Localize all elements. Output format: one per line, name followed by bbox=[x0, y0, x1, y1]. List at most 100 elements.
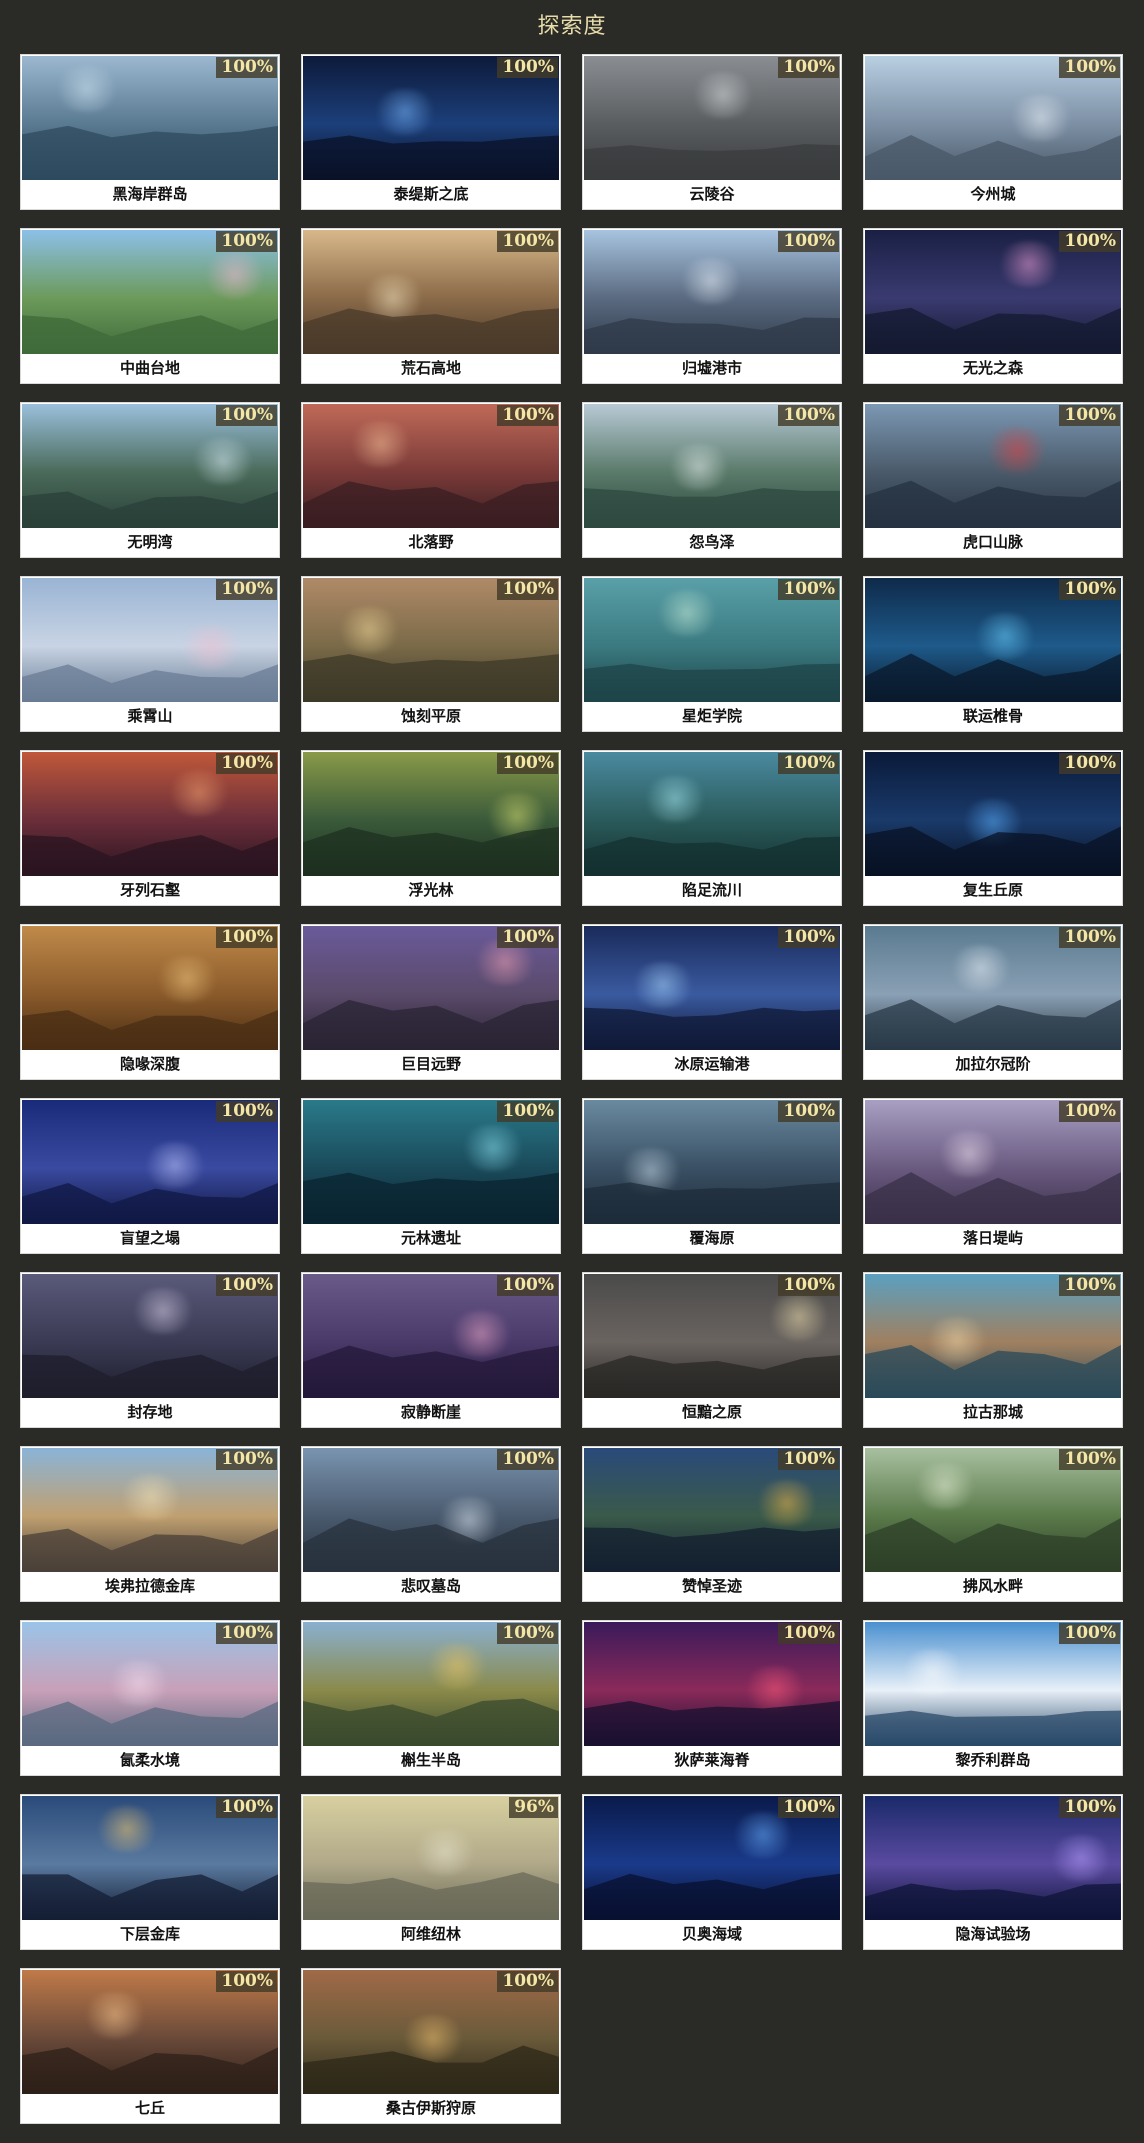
region-thumbnail: 100% bbox=[22, 230, 278, 354]
exploration-percent-badge: 100% bbox=[497, 753, 558, 774]
region-thumbnail: 100% bbox=[865, 404, 1121, 528]
region-thumbnail: 100% bbox=[865, 56, 1121, 180]
region-name: 覆海原 bbox=[689, 1229, 735, 1247]
region-card[interactable]: 100% 贝奥海域 bbox=[582, 1794, 842, 1950]
region-card[interactable]: 100% 蚀刻平原 bbox=[301, 576, 561, 732]
scene-glow-decoration bbox=[176, 624, 246, 670]
region-card[interactable]: 100% 中曲台地 bbox=[20, 228, 280, 384]
scene-ridge-decoration bbox=[303, 1345, 559, 1398]
region-card[interactable]: 100% 元林遗址 bbox=[301, 1098, 561, 1254]
scene-glow-decoration bbox=[188, 438, 258, 484]
exploration-percent-badge: 100% bbox=[216, 1101, 277, 1122]
region-card[interactable]: 100% 隐海试验场 bbox=[863, 1794, 1123, 1950]
region-card[interactable]: 100% 黎乔利群岛 bbox=[863, 1620, 1123, 1776]
region-card[interactable]: 100% 覆海原 bbox=[582, 1098, 842, 1254]
region-card[interactable]: 100% 浮光林 bbox=[301, 750, 561, 906]
region-name: 落日堤屿 bbox=[962, 1229, 1023, 1247]
region-card[interactable]: 100% 虎口山脉 bbox=[863, 402, 1123, 558]
region-thumbnail: 100% bbox=[22, 578, 278, 702]
region-thumbnail: 100% bbox=[584, 1274, 840, 1398]
exploration-percent-badge: 100% bbox=[1059, 579, 1120, 600]
region-thumbnail: 100% bbox=[584, 56, 840, 180]
region-card[interactable]: 100% 拉古那城 bbox=[863, 1272, 1123, 1428]
region-thumbnail: 100% bbox=[865, 1274, 1121, 1398]
exploration-percent-badge: 100% bbox=[778, 1797, 839, 1818]
region-name: 蚀刻平原 bbox=[400, 707, 461, 725]
region-card[interactable]: 100% 落日堤屿 bbox=[863, 1098, 1123, 1254]
scene-glow-decoration bbox=[982, 427, 1052, 473]
region-thumbnail: 100% bbox=[584, 1622, 840, 1746]
region-card[interactable]: 100% 隐喙深腹 bbox=[20, 924, 280, 1080]
scene-ridge-decoration bbox=[22, 315, 278, 354]
region-card[interactable]: 100% 氤柔水境 bbox=[20, 1620, 280, 1776]
scene-glow-decoration bbox=[398, 2015, 468, 2061]
region-card[interactable]: 100% 复生丘原 bbox=[863, 750, 1123, 906]
exploration-percent-badge: 100% bbox=[497, 231, 558, 252]
region-card[interactable]: 100% 无光之森 bbox=[863, 228, 1123, 384]
scene-ridge-decoration bbox=[22, 125, 278, 180]
region-card[interactable]: 100% 牙列石壑 bbox=[20, 750, 280, 906]
region-card[interactable]: 100% 槲生半岛 bbox=[301, 1620, 561, 1776]
region-thumbnail: 100% bbox=[303, 926, 559, 1050]
region-card[interactable]: 96% 阿维纽林 bbox=[301, 1794, 561, 1950]
region-name: 槲生半岛 bbox=[400, 1751, 461, 1769]
region-name: 拂风水畔 bbox=[962, 1577, 1023, 1595]
region-card[interactable]: 100% 埃弗拉德金库 bbox=[20, 1446, 280, 1602]
region-thumbnail: 100% bbox=[303, 1970, 559, 2094]
scene-glow-decoration bbox=[346, 421, 416, 467]
region-card[interactable]: 100% 陷足流川 bbox=[582, 750, 842, 906]
exploration-percent-badge: 100% bbox=[216, 1971, 277, 1992]
scene-glow-decoration bbox=[334, 607, 404, 653]
region-card[interactable]: 100% 七丘 bbox=[20, 1968, 280, 2124]
region-thumbnail: 100% bbox=[303, 230, 559, 354]
scene-ridge-decoration bbox=[303, 1172, 559, 1224]
region-card[interactable]: 100% 桑古伊斯狩原 bbox=[301, 1968, 561, 2124]
region-card[interactable]: 100% 北落野 bbox=[301, 402, 561, 558]
region-card[interactable]: 100% 封存地 bbox=[20, 1272, 280, 1428]
scene-ridge-decoration bbox=[22, 1874, 278, 1920]
region-thumbnail: 100% bbox=[865, 1100, 1121, 1224]
region-card[interactable]: 100% 盲望之塌 bbox=[20, 1098, 280, 1254]
scene-ridge-decoration bbox=[584, 317, 840, 354]
scene-glow-decoration bbox=[446, 1311, 516, 1357]
region-card[interactable]: 100% 寂静断崖 bbox=[301, 1272, 561, 1428]
exploration-percent-badge: 100% bbox=[497, 405, 558, 426]
exploration-percent-badge: 100% bbox=[497, 1275, 558, 1296]
region-card[interactable]: 100% 黑海岸群岛 bbox=[20, 54, 280, 210]
region-card[interactable]: 100% 怨鸟泽 bbox=[582, 402, 842, 558]
region-card[interactable]: 100% 下层金库 bbox=[20, 1794, 280, 1950]
region-card[interactable]: 100% 拂风水畔 bbox=[863, 1446, 1123, 1602]
region-card[interactable]: 100% 云陵谷 bbox=[582, 54, 842, 210]
region-card[interactable]: 100% 无明湾 bbox=[20, 402, 280, 558]
region-name: 元林遗址 bbox=[400, 1229, 461, 1247]
region-card[interactable]: 100% 乘霄山 bbox=[20, 576, 280, 732]
scene-ridge-decoration bbox=[303, 481, 559, 528]
scene-glow-decoration bbox=[764, 1294, 834, 1340]
region-card[interactable]: 100% 狄萨莱海脊 bbox=[582, 1620, 842, 1776]
region-card[interactable]: 100% 今州城 bbox=[863, 54, 1123, 210]
region-card[interactable]: 100% 星炬学院 bbox=[582, 576, 842, 732]
region-name: 赞悼圣迹 bbox=[681, 1577, 742, 1595]
scene-glow-decoration bbox=[898, 1649, 968, 1695]
scene-ridge-decoration bbox=[865, 1172, 1121, 1224]
region-card[interactable]: 100% 恒黯之原 bbox=[582, 1272, 842, 1428]
region-card[interactable]: 100% 悲叹墓岛 bbox=[301, 1446, 561, 1602]
region-card[interactable]: 100% 巨目远野 bbox=[301, 924, 561, 1080]
region-name: 牙列石壑 bbox=[119, 881, 180, 899]
region-thumbnail: 100% bbox=[303, 1100, 559, 1224]
region-thumbnail: 100% bbox=[303, 1448, 559, 1572]
region-card[interactable]: 100% 赞悼圣迹 bbox=[582, 1446, 842, 1602]
region-thumbnail: 100% bbox=[22, 1100, 278, 1224]
region-name: 北落野 bbox=[408, 533, 454, 551]
region-card[interactable]: 100% 联运椎骨 bbox=[863, 576, 1123, 732]
scene-glow-decoration bbox=[922, 1317, 992, 1363]
region-thumbnail: 100% bbox=[22, 1796, 278, 1920]
region-card[interactable]: 100% 加拉尔冠阶 bbox=[863, 924, 1123, 1080]
region-card[interactable]: 100% 荒石高地 bbox=[301, 228, 561, 384]
region-card[interactable]: 100% 泰缇斯之底 bbox=[301, 54, 561, 210]
exploration-percent-badge: 100% bbox=[216, 231, 277, 252]
exploration-percent-badge: 100% bbox=[216, 927, 277, 948]
region-card[interactable]: 100% 冰原运输港 bbox=[582, 924, 842, 1080]
region-name: 今州城 bbox=[970, 185, 1016, 203]
region-card[interactable]: 100% 归墟港市 bbox=[582, 228, 842, 384]
